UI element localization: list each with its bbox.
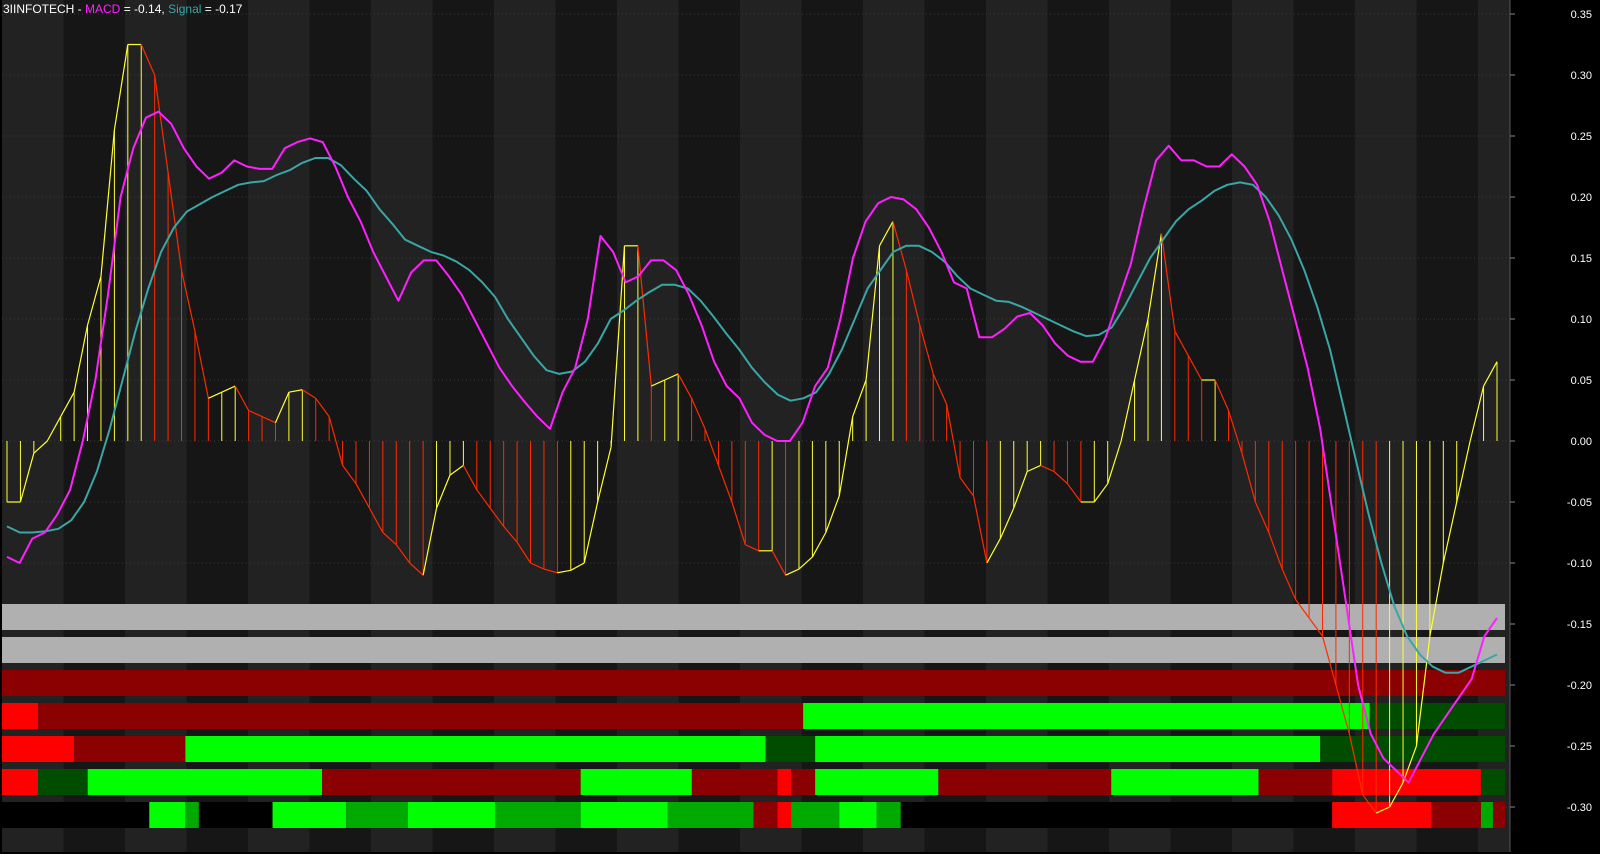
y-tick-label: 0.00	[1571, 436, 1592, 448]
y-tick-label: 0.05	[1571, 375, 1592, 387]
indicator-segment	[407, 802, 495, 828]
y-tick-label: -0.20	[1567, 680, 1592, 692]
indicator-segment	[1258, 769, 1333, 795]
indicator-segment	[791, 769, 816, 795]
indicator-segment	[777, 802, 792, 828]
indicator-bars	[2, 604, 1505, 828]
chart-header: 3IINFOTECH - MACD = -0.14, Signal = -0.1…	[3, 2, 242, 16]
macd-chart: 0.35 0.30 0.25 0.20 0.15 0.10 0.05 0.00 -0.05 -0.…	[0, 0, 1600, 854]
indicator-segment	[2, 769, 39, 795]
indicator-segment	[2, 703, 39, 729]
indicator-segment	[839, 802, 877, 828]
indicator-segment	[1431, 802, 1481, 828]
y-tick-label: 0.20	[1571, 192, 1592, 204]
indicator-segment	[900, 802, 1333, 828]
indicator-segment	[1492, 802, 1505, 828]
indicator-segment	[938, 769, 1112, 795]
symbol-label: 3IINFOTECH	[3, 2, 75, 16]
y-tick-label: 0.30	[1571, 70, 1592, 82]
indicator-segment	[149, 802, 186, 828]
macd-legend-label: MACD	[85, 2, 121, 16]
indicator-segment	[667, 802, 754, 828]
macd-legend-value: = -0.14,	[120, 2, 169, 16]
y-tick-label: 0.10	[1571, 314, 1592, 326]
indicator-segment	[87, 769, 323, 795]
indicator-segment	[765, 736, 816, 762]
indicator-segment	[791, 802, 840, 828]
indicator-segment	[777, 769, 792, 795]
indicator-segment	[38, 769, 88, 795]
indicator-segment	[1480, 802, 1493, 828]
indicator-segment	[346, 802, 408, 828]
y-tick-label: 0.35	[1571, 9, 1592, 21]
indicator-segment	[1332, 802, 1432, 828]
header-separator: -	[74, 2, 86, 16]
indicator-segment	[2, 736, 75, 762]
y-tick-label: -0.10	[1567, 558, 1592, 570]
y-tick-label: 0.25	[1571, 131, 1592, 143]
indicator-segment	[2, 670, 1505, 696]
signal-legend-label: Signal	[168, 2, 202, 16]
indicator-segment	[580, 802, 668, 828]
indicator-segment	[198, 802, 273, 828]
macd-chart-svg: 0.35 0.30 0.25 0.20 0.15 0.10 0.05 0.00 -0.05 -0.…	[0, 0, 1600, 854]
indicator-segment	[815, 736, 1321, 762]
indicator-segment	[185, 736, 766, 762]
indicator-segment	[38, 703, 804, 729]
indicator-segment	[494, 802, 581, 828]
y-tick-label: -0.15	[1567, 619, 1592, 631]
y-tick-label: -0.25	[1567, 741, 1592, 753]
indicator-segment	[691, 769, 778, 795]
indicator-segment	[185, 802, 199, 828]
indicator-segment	[2, 637, 1505, 663]
indicator-segment	[1111, 769, 1259, 795]
indicator-segment	[2, 604, 1505, 630]
indicator-segment	[580, 769, 692, 795]
indicator-segment	[753, 802, 778, 828]
indicator-segment	[2, 802, 150, 828]
indicator-segment	[815, 769, 939, 795]
y-tick-label: -0.05	[1567, 497, 1592, 509]
indicator-segment	[74, 736, 186, 762]
signal-legend-value: = -0.17	[201, 2, 243, 16]
y-tick-label: -0.30	[1567, 802, 1592, 814]
indicator-segment	[876, 802, 901, 828]
indicator-segment	[1480, 769, 1505, 795]
indicator-segment	[322, 769, 581, 795]
indicator-segment	[272, 802, 347, 828]
y-axis-panel	[1510, 0, 1600, 854]
indicator-segment	[803, 703, 1370, 729]
y-tick-label: 0.15	[1571, 253, 1592, 265]
